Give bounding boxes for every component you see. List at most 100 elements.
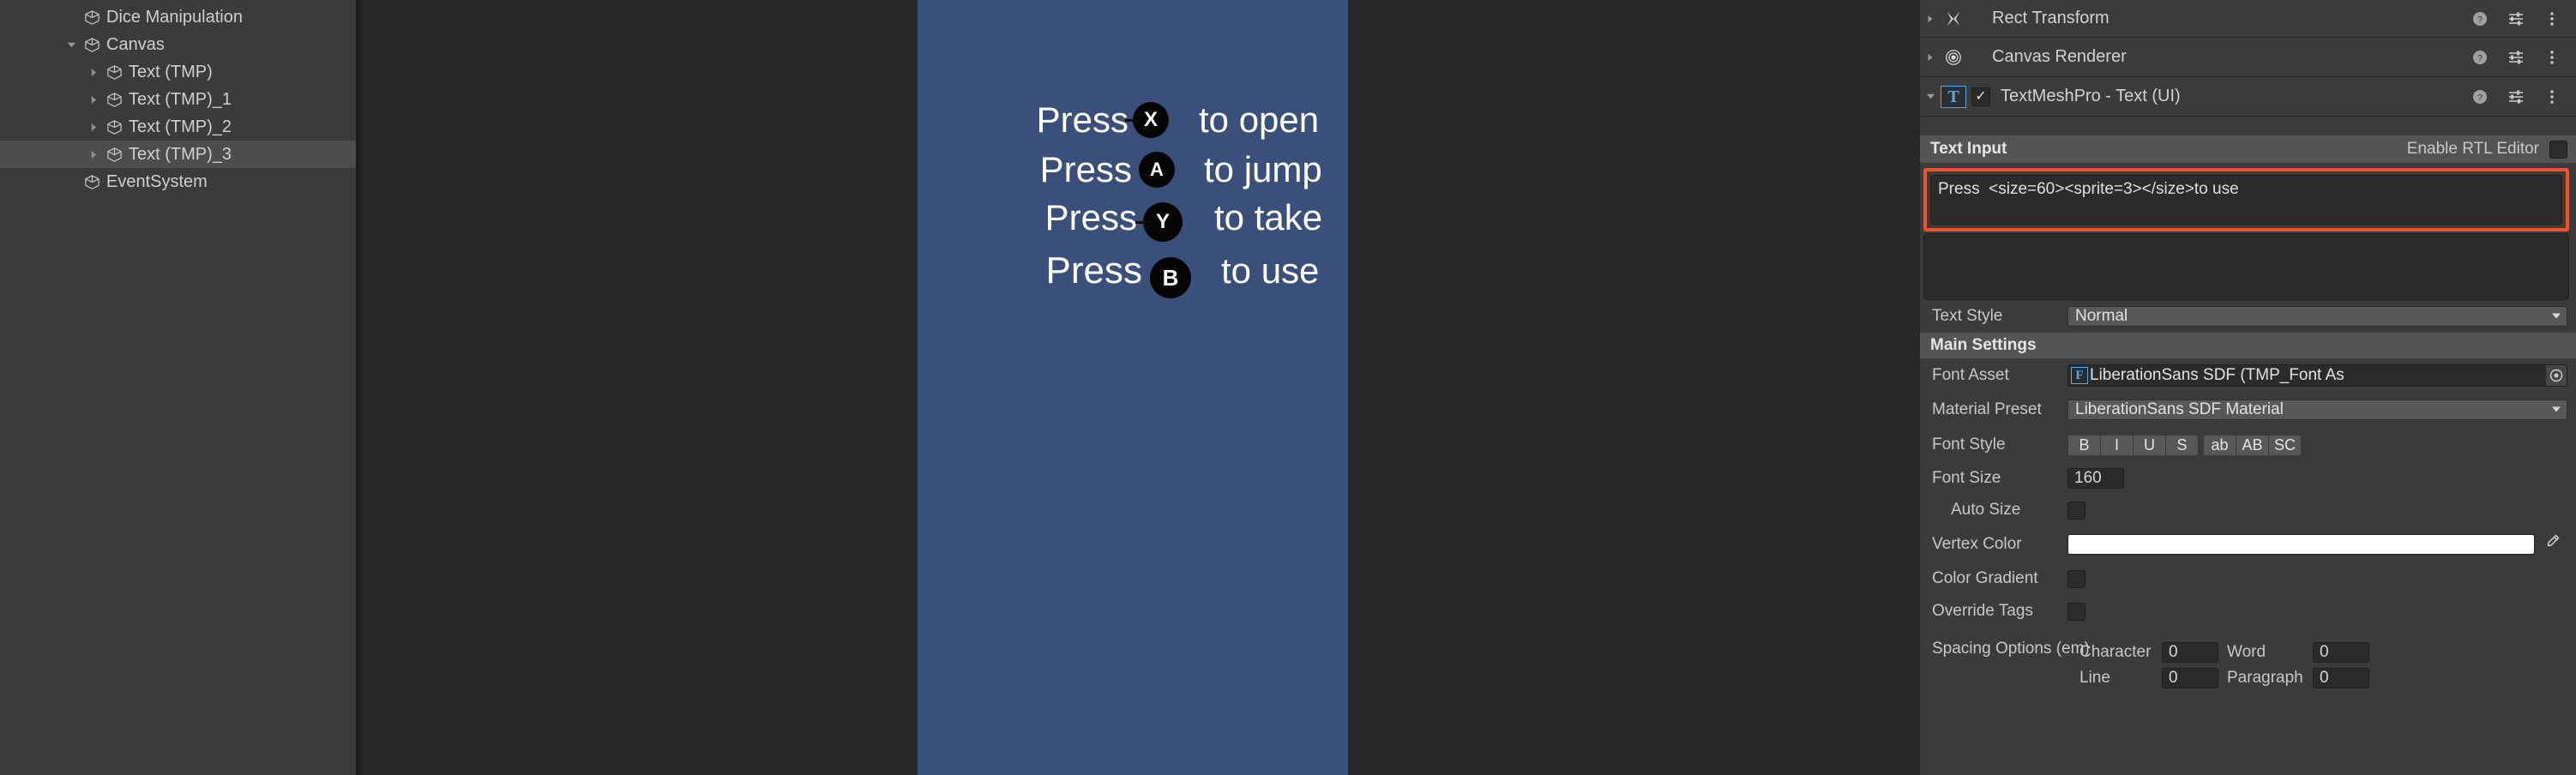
spacing-line-input[interactable]: 0 (2162, 668, 2218, 688)
font-style-bold-button[interactable]: B (2067, 434, 2101, 456)
font-style-smallcaps-button[interactable]: SC (2268, 434, 2302, 456)
material-preset-dropdown[interactable]: LiberationSans SDF Material (2067, 400, 2567, 420)
prompt-action-label: to take (1214, 197, 1323, 237)
sidebar-item-eventsystem[interactable]: EventSystem (0, 168, 356, 195)
font-style-row: Font Style B I U S ab AB SC (1920, 427, 2576, 463)
help-icon[interactable]: ? (2471, 10, 2489, 27)
spacing-row-2: Line 0 Paragraph 0 (2079, 665, 2576, 691)
prompt-row: Press A to jump (918, 144, 1348, 195)
text-style-value: Normal (2075, 307, 2128, 325)
sidebar-item-text-tmp-2[interactable]: Text (TMP)_2 (0, 113, 356, 141)
sidebar-item-label: Text (TMP)_3 (129, 145, 232, 164)
gamepad-button-letter: A (1150, 159, 1164, 180)
object-picker-icon[interactable] (2546, 365, 2567, 386)
textmeshpro-icon: T (1941, 85, 1966, 108)
font-style-uppercase-button[interactable]: AB (2236, 434, 2269, 456)
help-icon[interactable]: ? (2471, 49, 2489, 66)
font-style-lowercase-button[interactable]: ab (2203, 434, 2236, 456)
component-tools[interactable]: ? (2471, 10, 2576, 27)
component-header-textmeshpro[interactable]: T ✓ TextMeshPro - Text (UI) ? (1920, 77, 2576, 117)
spacing-options-grid: Character 0 Word 0 Line 0 Paragraph 0 (2079, 640, 2576, 691)
gameobject-cube-icon (81, 3, 103, 31)
prompt-action-label: to open (1199, 99, 1320, 140)
more-options-icon[interactable] (2543, 49, 2561, 66)
chevron-down-icon[interactable] (62, 31, 81, 58)
panel-divider-shadow (356, 0, 364, 775)
font-style-strikethrough-button[interactable]: S (2165, 434, 2199, 456)
inspector-panel[interactable]: Rect Transform ? Canvas Renderer ? T ✓ T… (1908, 0, 2576, 775)
text-input-field[interactable]: Press <size=60><sprite=3></size>to use (1930, 175, 2562, 225)
game-view[interactable]: Press X to open Press A to jump Press Y … (918, 0, 1348, 775)
chevron-right-icon[interactable] (1920, 15, 1941, 23)
component-tools[interactable]: ? (2471, 49, 2576, 66)
font-style-underline-button[interactable]: U (2133, 434, 2166, 456)
component-header-canvas-renderer[interactable]: Canvas Renderer ? (1920, 38, 2576, 77)
font-style-button-group[interactable]: B I U S ab AB SC (2067, 434, 2302, 456)
main-settings-section-header[interactable]: Main Settings (1920, 333, 2576, 358)
sidebar-item-text-tmp-3[interactable]: Text (TMP)_3 (0, 141, 356, 168)
more-options-icon[interactable] (2543, 88, 2561, 105)
sidebar-item-text-tmp-1[interactable]: Text (TMP)_1 (0, 86, 356, 113)
canvas-renderer-icon (1941, 45, 1966, 70)
spacing-word-input[interactable]: 0 (2313, 642, 2369, 663)
gamepad-button-letter: X (1143, 108, 1158, 131)
chevron-right-icon[interactable] (84, 58, 103, 86)
spacing-options-label: Spacing Options (em) (1932, 640, 2090, 658)
more-options-icon[interactable] (2543, 10, 2561, 27)
prompt-press-label: Press (1044, 197, 1137, 237)
component-header-rect-transform[interactable]: Rect Transform ? (1920, 0, 2576, 38)
component-enabled-checkbox[interactable]: ✓ (1971, 87, 1990, 106)
gameobject-cube-icon (103, 141, 125, 168)
spacing-character-input[interactable]: 0 (2162, 642, 2218, 663)
sidebar-item-label: Canvas (106, 35, 165, 54)
font-style-italic-button[interactable]: I (2100, 434, 2134, 456)
button-badge-x: X (1125, 102, 1173, 138)
svg-text:?: ? (2477, 93, 2483, 103)
color-gradient-label: Color Gradient (1932, 569, 2038, 587)
component-tools[interactable]: ? (2471, 88, 2576, 105)
text-style-dropdown[interactable]: Normal (2067, 306, 2567, 327)
component-name: TextMeshPro - Text (UI) (2001, 87, 2181, 105)
chevron-right-icon[interactable] (1920, 53, 1941, 62)
help-icon[interactable]: ? (2471, 88, 2489, 105)
material-preset-value: LiberationSans SDF Material (2075, 400, 2284, 418)
button-badge-b: B (1142, 243, 1199, 298)
svg-text:?: ? (2477, 53, 2483, 63)
text-input-overflow-area[interactable] (1923, 233, 2569, 300)
vertex-color-field[interactable] (2067, 534, 2535, 555)
preset-icon[interactable] (2507, 49, 2525, 66)
override-tags-checkbox[interactable] (2067, 602, 2085, 621)
connector-dash (1135, 221, 1153, 224)
text-input-section-header: Text Input Enable RTL Editor (1920, 135, 2576, 163)
prompt-row: Press B to use (918, 243, 1348, 298)
eyedropper-icon[interactable] (2543, 533, 2567, 556)
sidebar-item-text-tmp[interactable]: Text (TMP) (0, 58, 356, 86)
gameobject-cube-icon (103, 86, 125, 113)
color-gradient-checkbox[interactable] (2067, 569, 2085, 588)
gameobject-cube-icon (81, 168, 103, 195)
prompt-press-label: Press (1045, 249, 1142, 291)
preset-icon[interactable] (2507, 88, 2525, 105)
gamepad-button-letter: B (1162, 265, 1179, 291)
prompt-action-label: to jump (1204, 149, 1322, 189)
font-asset-object-field[interactable]: F LiberationSans SDF (TMP_Font As (2067, 364, 2567, 387)
font-size-input[interactable]: 160 (2067, 468, 2124, 489)
enable-rtl-editor-checkbox[interactable] (2549, 140, 2567, 159)
hierarchy-panel[interactable]: Dice Manipulation Canvas Text (TMP) Text… (0, 0, 356, 775)
preset-icon[interactable] (2507, 10, 2525, 27)
sidebar-item-dice-manipulation[interactable]: Dice Manipulation (0, 3, 356, 31)
gamepad-button-circle: B (1150, 257, 1191, 298)
chevron-down-icon[interactable] (1920, 92, 1941, 101)
sidebar-item-label: Text (TMP)_1 (129, 90, 232, 109)
spacing-paragraph-input[interactable]: 0 (2313, 668, 2369, 688)
chevron-right-icon[interactable] (84, 113, 103, 141)
font-size-label: Font Size (1932, 469, 2001, 487)
prompt-row: Press Y to take (918, 192, 1348, 243)
sidebar-item-canvas[interactable]: Canvas (0, 31, 356, 58)
vertex-color-swatch[interactable] (2068, 535, 2534, 554)
chevron-down-icon (2551, 400, 2561, 419)
chevron-right-icon[interactable] (84, 86, 103, 113)
auto-size-checkbox[interactable] (2067, 501, 2085, 520)
chevron-right-icon[interactable] (84, 141, 103, 168)
